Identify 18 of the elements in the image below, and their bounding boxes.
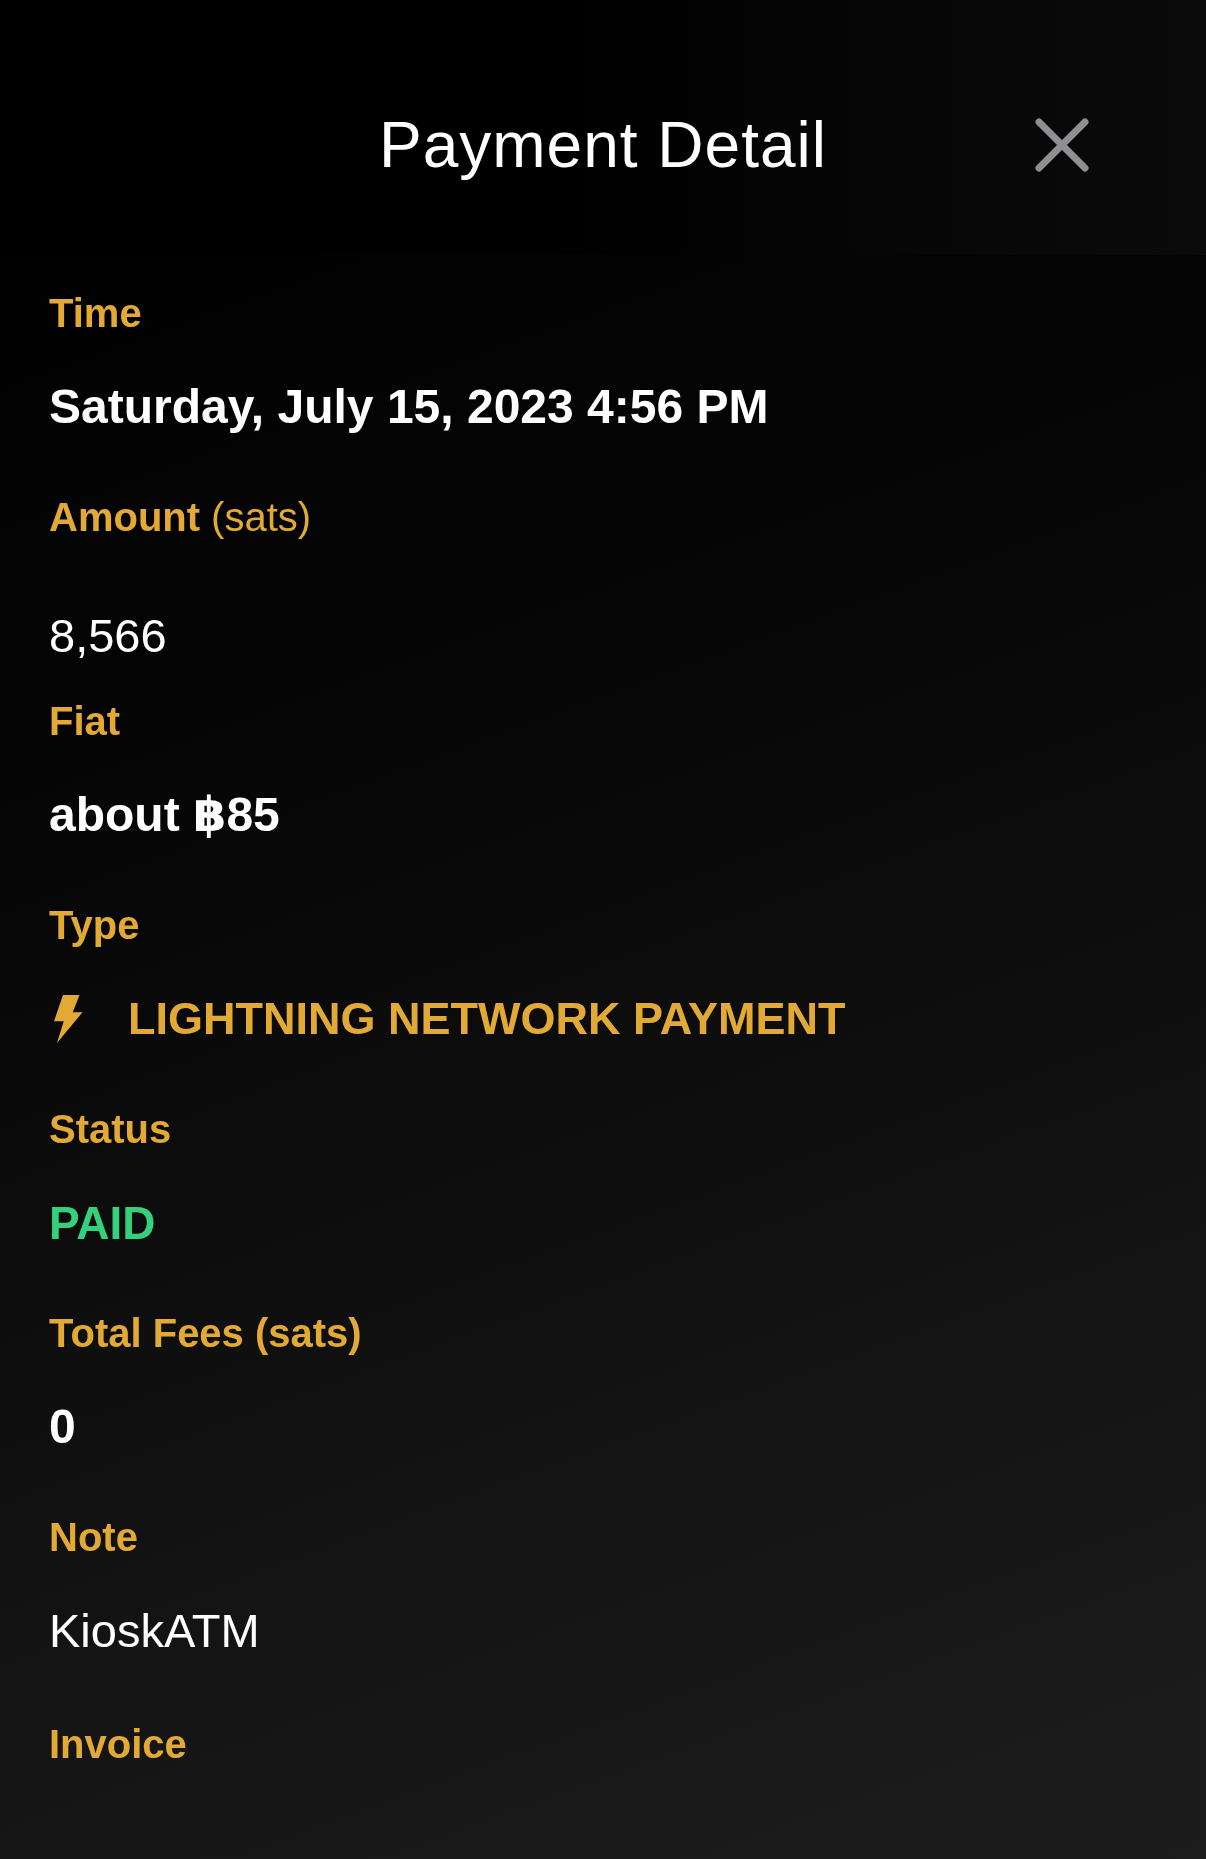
field-label: Type xyxy=(49,902,140,949)
status-value: PAID xyxy=(49,1196,156,1251)
field-label: Note xyxy=(49,1514,138,1561)
screen-title: Payment Detail xyxy=(379,108,827,182)
field-label: Status xyxy=(49,1106,172,1153)
field-value: Saturday, July 15, 2023 4:56 PM xyxy=(49,379,769,435)
unit-label: (sats) xyxy=(211,494,312,541)
field-value: KioskATM xyxy=(49,1603,260,1659)
field-label: Invoice xyxy=(49,1721,187,1768)
field-label: Amount xyxy=(49,494,201,541)
payment-type-value: LIGHTNING NETWORK PAYMENT xyxy=(128,992,846,1046)
field-label: Total Fees (sats) xyxy=(49,1310,362,1357)
field-label: Time xyxy=(49,290,142,337)
field-value: about ฿85 xyxy=(49,787,280,843)
field-label: Fiat xyxy=(49,698,121,745)
field-value: 0 xyxy=(49,1399,76,1455)
amount-value: 8,566 xyxy=(49,608,167,664)
close-icon xyxy=(1035,118,1089,172)
